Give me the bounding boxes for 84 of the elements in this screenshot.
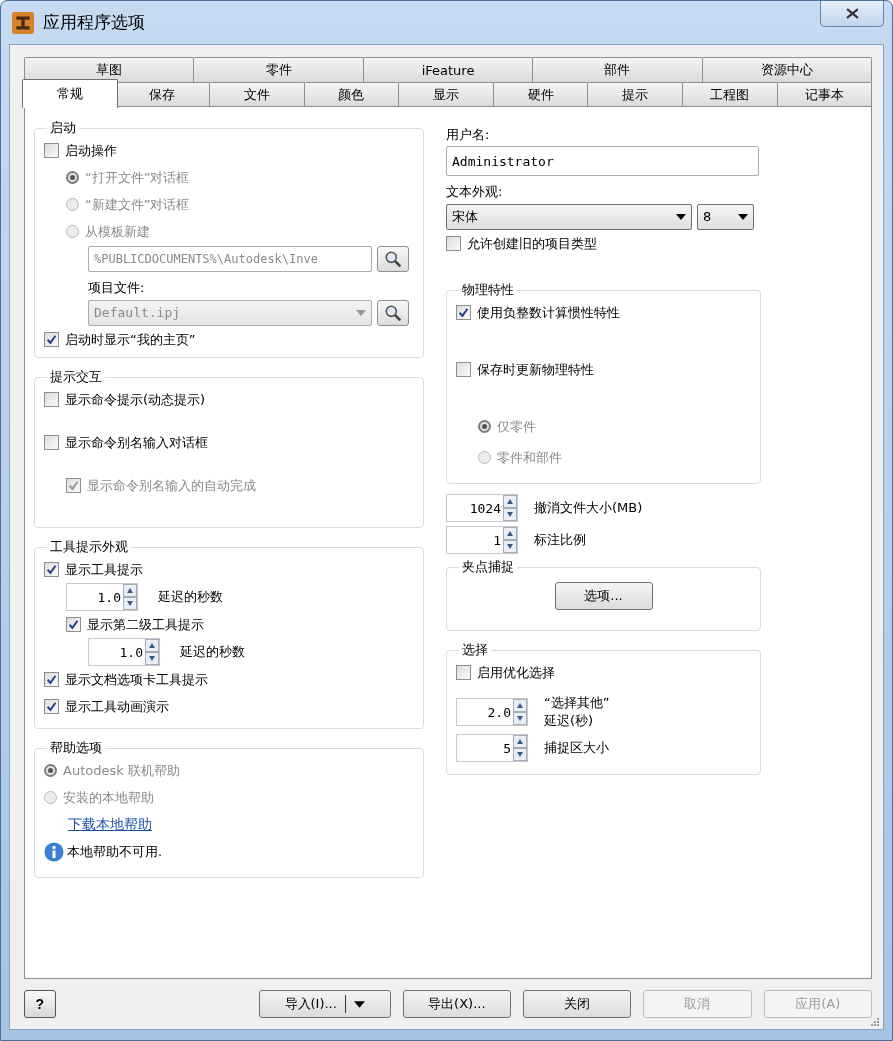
checkbox[interactable]: 显示命令提示(动态提示) <box>44 390 206 409</box>
magnifier-icon <box>384 249 402 268</box>
text-field[interactable]: Administrator <box>446 146 759 176</box>
up-down-arrows-icon[interactable] <box>503 527 517 553</box>
info-text: 本地帮助不可用. <box>67 842 163 861</box>
tab[interactable]: 工程图 <box>681 82 778 107</box>
checkmark-icon <box>46 334 57 345</box>
field-label: 撤消文件大小(MB) <box>534 498 643 517</box>
tab[interactable]: 常规 <box>22 79 118 108</box>
group-title: 选择 <box>461 641 489 659</box>
field-label: 标注比例 <box>534 530 586 549</box>
help-button[interactable]: ? <box>24 990 56 1018</box>
checkbox[interactable]: 使用负整数计算惯性特性 <box>456 303 620 322</box>
group-title: 工具提示外观 <box>49 538 129 556</box>
caret-icon[interactable] <box>353 1000 365 1008</box>
import-split-button[interactable]: 导入(I)... <box>258 990 391 1018</box>
caret-icon <box>356 309 366 316</box>
checkmark-icon <box>46 701 57 712</box>
size-dropdown[interactable]: 8 <box>697 203 754 230</box>
resize-grip-icon[interactable] <box>870 1017 880 1027</box>
group-title: 启动 <box>49 119 77 137</box>
font-dropdown[interactable]: 宋体 <box>446 203 692 230</box>
checkmark-icon <box>458 307 469 318</box>
spinner-field[interactable]: 1024 <box>446 494 518 522</box>
checkbox[interactable]: 显示文档选项卡工具提示 <box>44 670 208 689</box>
tab[interactable]: 文件 <box>209 82 305 107</box>
tab[interactable]: 部件 <box>532 57 703 82</box>
options-button[interactable]: 选项... <box>554 582 653 610</box>
up-down-arrows-icon[interactable] <box>513 735 527 762</box>
field-label: 项目文件: <box>88 278 145 297</box>
close-icon <box>845 8 859 19</box>
checkbox[interactable]: 保存时更新物理特性 <box>456 360 594 379</box>
up-down-arrows-icon[interactable] <box>503 495 517 521</box>
tab[interactable]: 零件 <box>193 57 364 82</box>
spinner-field[interactable]: 2.0 <box>456 698 528 727</box>
field-label: 文本外观: <box>446 182 503 201</box>
spinner-field[interactable]: 1.0 <box>66 583 138 611</box>
download-link[interactable]: 下载本地帮助 <box>68 815 152 834</box>
field-label: 延迟的秒数 <box>158 587 223 606</box>
caret-icon <box>676 213 686 220</box>
checkmark-icon <box>46 674 57 685</box>
group-title: 物理特性 <box>461 281 515 299</box>
group-title: 提示交互 <box>49 368 103 386</box>
field-label: “选择其他” 延迟(秒) <box>544 694 610 731</box>
checkmark-icon <box>68 619 79 630</box>
group-title: 夹点捕捉 <box>461 558 515 576</box>
spinner-field[interactable]: 1 <box>446 526 518 554</box>
checkmark-icon <box>46 564 57 575</box>
checkbox[interactable]: 显示工具动画演示 <box>44 697 169 716</box>
checkbox[interactable]: 启动时显示“我的主页” <box>44 330 196 349</box>
dialog-button[interactable]: 导出(X)... <box>402 990 511 1018</box>
tab[interactable]: iFeature <box>362 57 534 82</box>
caret-icon <box>738 213 748 220</box>
field-label: 用户名: <box>446 125 490 144</box>
tab[interactable]: 资源中心 <box>701 57 873 82</box>
tab[interactable]: 提示 <box>587 82 683 107</box>
window-title: 应用程序选项 <box>43 11 145 34</box>
close-button[interactable] <box>820 1 884 27</box>
checkbox[interactable]: 启用优化选择 <box>456 663 555 682</box>
browse-button[interactable] <box>377 299 409 326</box>
group-title: 帮助选项 <box>49 739 103 757</box>
app-icon <box>12 11 34 34</box>
dialog-button[interactable]: 关闭 <box>523 990 632 1018</box>
spinner-field[interactable]: 1.0 <box>88 638 160 666</box>
spinner-field[interactable]: 5 <box>456 734 528 763</box>
browse-button[interactable] <box>377 245 409 272</box>
checkbox[interactable]: 显示第二级工具提示 <box>66 615 204 634</box>
up-down-arrows-icon[interactable] <box>123 584 137 610</box>
tab[interactable]: 硬件 <box>492 82 589 107</box>
checkbox[interactable]: 显示命令别名输入对话框 <box>44 433 208 452</box>
tab[interactable]: 颜色 <box>303 82 400 107</box>
tab[interactable]: 草图 <box>24 57 195 82</box>
tab[interactable]: 记事本 <box>776 82 873 107</box>
checkmark-icon <box>68 480 79 491</box>
field-label: 延迟的秒数 <box>180 642 245 661</box>
checkbox[interactable]: 显示工具提示 <box>44 560 143 579</box>
checkbox[interactable]: 允许创建旧的项目类型 <box>446 234 597 253</box>
field-label: 捕捉区大小 <box>544 739 609 758</box>
up-down-arrows-icon[interactable] <box>513 699 527 726</box>
up-down-arrows-icon[interactable] <box>145 639 159 665</box>
magnifier-icon <box>384 303 402 322</box>
tab[interactable]: 显示 <box>398 82 494 107</box>
info-icon <box>44 841 64 862</box>
checkbox[interactable]: 启动操作 <box>44 141 117 160</box>
